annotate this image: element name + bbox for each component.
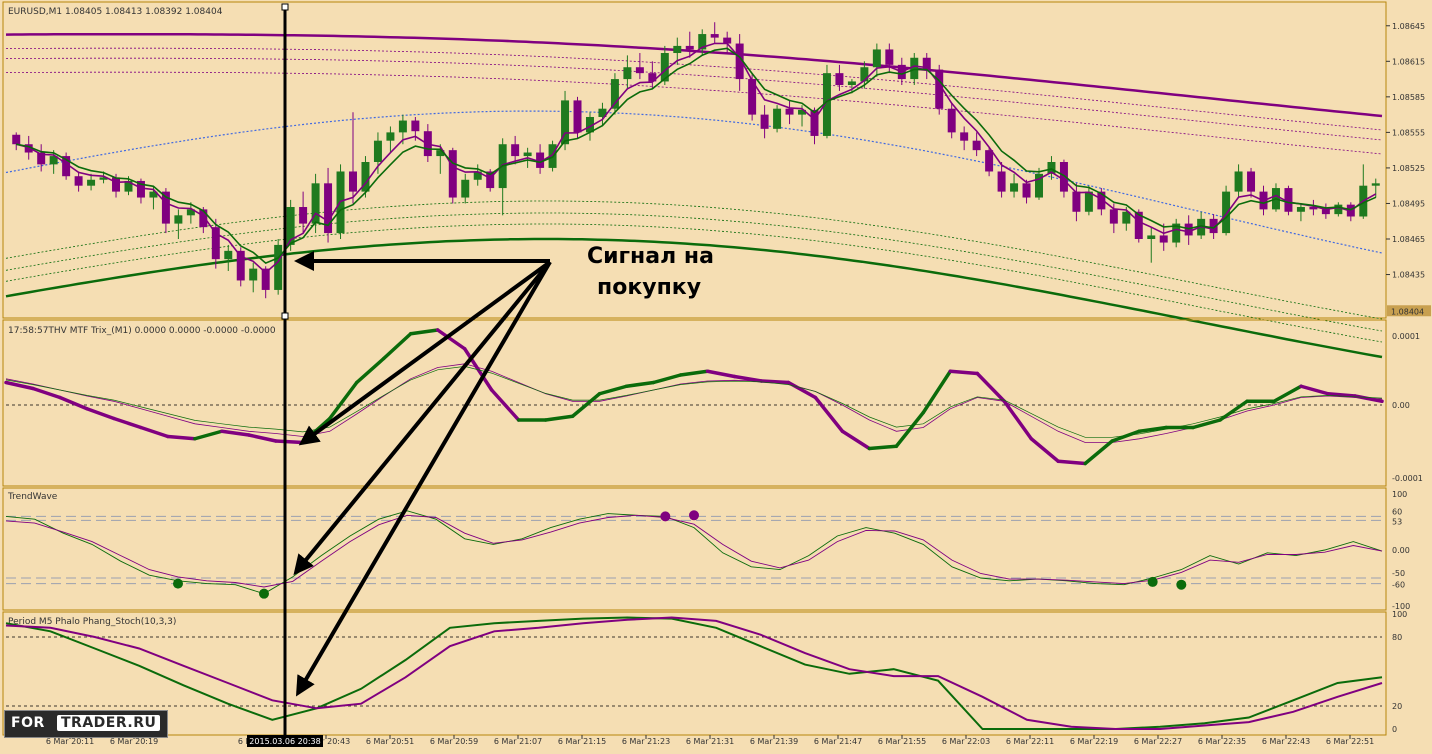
watermark-for: FOR (11, 715, 45, 731)
trendwave-axis-label: -60 (1392, 581, 1405, 590)
trix-segment (867, 444, 899, 451)
time-axis-label: 6 Mar 21:55 (878, 737, 926, 746)
trendwave-signal-dot (1176, 579, 1187, 590)
trendwave-axis-label: 0.00 (1392, 546, 1410, 555)
time-axis-label: 6 Mar 20:51 (366, 737, 414, 746)
time-axis-label: 6 Mar 20:11 (46, 737, 94, 746)
time-axis: 6 Mar 20:116 Mar 20:196 Mar 20:276 Mar 2… (46, 735, 1374, 747)
price-axis-label: 1.08585 (1392, 93, 1425, 102)
time-cursor-label: 2015.03.06 20:38 (249, 737, 320, 746)
time-axis-label: 6 Mar 21:31 (686, 737, 734, 746)
price-axis-label: 1.08465 (1392, 235, 1425, 244)
chart-root: EURUSD,M1 1.08405 1.08413 1.08392 1.0840… (0, 0, 1432, 750)
trendwave-panel-header: TrendWave (7, 492, 58, 502)
price-panel-header: EURUSD,M1 1.08405 1.08413 1.08392 1.0840… (8, 7, 223, 17)
price-axis-label: 1.08555 (1392, 128, 1425, 137)
price-axis-label: 1.08615 (1392, 57, 1425, 66)
stoch-axis-label: 20 (1392, 702, 1402, 711)
price-axis-label: 1.08525 (1392, 164, 1425, 173)
time-axis-label: 6 Mar 21:23 (622, 737, 670, 746)
watermark-trader: TRADER.RU (57, 715, 161, 731)
stoch-axis-label: 100 (1392, 610, 1407, 619)
time-axis-label: 6 Mar 21:07 (494, 737, 542, 746)
time-axis-label: 6 Mar 22:11 (1006, 737, 1054, 746)
candle (773, 105, 782, 133)
trendwave-axis-label: 100 (1392, 490, 1407, 499)
stoch-axis-label: 0 (1392, 725, 1397, 734)
time-axis-label: 6 Mar 20:19 (110, 737, 158, 746)
time-axis-label: 6 Mar 22:19 (1070, 737, 1118, 746)
time-axis-label: 6 Mar 22:03 (942, 737, 990, 746)
time-axis-label: 6 Mar 22:27 (1134, 737, 1182, 746)
cursor-handle-top[interactable] (281, 3, 289, 11)
trendwave-axis-label: 53 (1392, 517, 1402, 526)
trix-segment (1056, 459, 1087, 466)
stoch-axis-label: 80 (1392, 633, 1402, 642)
candle (448, 147, 457, 204)
trendwave-signal-dot (1147, 576, 1158, 587)
price-axis-label: 1.08435 (1392, 271, 1425, 280)
time-axis-label: 6 Mar 20:59 (430, 737, 478, 746)
candle (274, 239, 283, 295)
time-axis-label: 6 Mar 22:43 (1262, 737, 1310, 746)
trendwave-signal-dot (259, 588, 269, 599)
stoch-panel-header: Period M5 Phalo Phang_Stoch(10,3,3) (8, 617, 176, 627)
trendwave-signal-dot (689, 510, 699, 521)
signal-label-line1: Сигнал на (587, 244, 714, 269)
time-axis-label: 6 Mar 21:39 (750, 737, 798, 746)
trix-panel-header: 17:58:57THV MTF Trix_(M1) 0.0000 0.0000 … (8, 326, 276, 336)
time-axis-label: 6 Mar 21:47 (814, 737, 862, 746)
trix-axis-label: 0.0001 (1392, 332, 1420, 341)
time-axis-label: 6 Mar 22:51 (1326, 737, 1374, 746)
trendwave-axis-label: -50 (1392, 569, 1405, 578)
current-price-label: 1.08404 (1391, 307, 1424, 316)
time-axis-label: 6 Mar 22:35 (1198, 737, 1246, 746)
chart-canvas: EURUSD,M1 1.08405 1.08413 1.08392 1.0840… (0, 0, 1432, 750)
signal-label-line2: покупку (597, 275, 701, 300)
trix-segment (274, 439, 305, 445)
trendwave-signal-dot (660, 511, 671, 522)
watermark-logo: FOR TRADER.RU (4, 710, 168, 738)
trix-segment (948, 369, 980, 376)
trix-axis-label: 0.00 (1392, 401, 1410, 410)
price-axis-label: 1.08495 (1392, 199, 1425, 208)
trendwave-axis-label: 60 (1392, 507, 1402, 516)
cursor-handle-bottom[interactable] (281, 312, 289, 320)
trendwave-signal-dot (173, 578, 183, 589)
price-axis-label: 1.08645 (1392, 22, 1425, 31)
time-axis-label: 6 Mar 21:15 (558, 737, 606, 746)
trix-axis-label: -0.0001 (1392, 474, 1423, 483)
trix-segment (166, 434, 197, 441)
